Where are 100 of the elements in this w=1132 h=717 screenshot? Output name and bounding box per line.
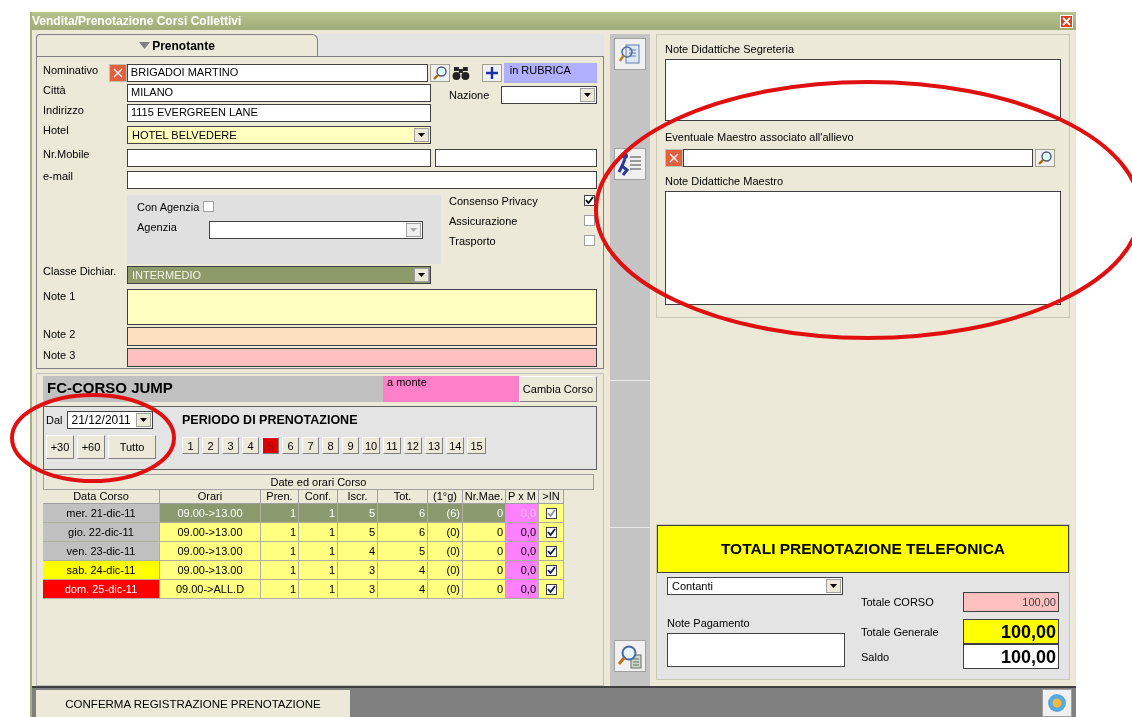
table-cell: 09.00->13.00 <box>160 504 261 523</box>
field-label: Agenzia <box>137 220 178 233</box>
total-label: Totale CORSO <box>861 596 934 608</box>
field-label: Note 1 <box>43 289 77 303</box>
address-field[interactable]: 1115 EVERGREEN LANE <box>127 103 431 122</box>
payment-notes-field[interactable] <box>667 633 845 667</box>
table-cell: 09.00->13.00 <box>160 561 261 580</box>
table-cell: 09.00->ALL.D <box>160 580 261 599</box>
table-cell: 3 <box>338 561 378 580</box>
search-button[interactable] <box>1035 149 1055 167</box>
checkbox[interactable] <box>545 545 557 557</box>
table-cell: 1 <box>261 580 299 599</box>
range-button[interactable]: +60 <box>77 435 105 459</box>
day-button[interactable]: 9 <box>342 437 359 454</box>
totals-title: TOTALI PRENOTAZIONE TELEFONICA <box>657 525 1069 573</box>
table-cell: 09.00->13.00 <box>160 542 261 561</box>
table-cell: 0,0 <box>506 542 539 561</box>
date-dropdown[interactable]: 21/12/2011 <box>66 411 153 429</box>
day-button[interactable]: 10 <box>362 437 381 454</box>
checkbox[interactable] <box>545 526 557 538</box>
change-course-button[interactable]: Cambia Corso <box>519 376 597 402</box>
email-field[interactable] <box>127 170 597 189</box>
phone-field[interactable] <box>435 148 597 167</box>
close-button[interactable] <box>1060 14 1073 28</box>
field-label: Eventuale Maestro associato all'allievo <box>665 131 855 145</box>
table-caption: Date ed orari Corso <box>43 474 594 490</box>
checkbox-label: Assicurazione <box>449 214 518 227</box>
day-button[interactable]: 14 <box>446 437 465 454</box>
payment-search-button[interactable] <box>614 640 646 672</box>
day-button[interactable]: 15 <box>467 437 486 454</box>
schedule-row[interactable]: sab. 24-dic-11 09.00->13.00 1 1 3 4 (0) 0 0,0 <box>43 561 597 580</box>
caret-icon <box>418 273 425 278</box>
city-field[interactable]: MILANO <box>127 84 431 102</box>
table-cell: (0) <box>428 580 463 599</box>
day-button[interactable]: 13 <box>424 437 444 454</box>
checkbox[interactable] <box>545 564 557 576</box>
mobile-field[interactable] <box>127 148 431 167</box>
field-label: Hotel <box>43 122 70 136</box>
field-label: Nazione <box>449 89 491 101</box>
day-button[interactable]: 1 <box>182 437 199 454</box>
clear-button[interactable] <box>665 149 683 167</box>
note-field[interactable] <box>127 327 597 347</box>
day-button[interactable]: 3 <box>222 437 239 454</box>
table-cell: ven. 23-dic-11 <box>43 542 160 561</box>
column-header: P x M <box>506 490 539 504</box>
caret-icon <box>139 42 151 49</box>
field-label: Note Didattiche Segreteria <box>665 43 795 57</box>
binoculars-icon[interactable] <box>452 65 470 81</box>
search-button[interactable] <box>430 64 451 82</box>
caret-icon <box>418 132 425 137</box>
skier-list-button[interactable] <box>614 148 646 180</box>
instructor-notes-field[interactable] <box>665 191 1061 305</box>
clear-button[interactable] <box>109 64 127 82</box>
payment-dropdown[interactable]: Contanti <box>667 577 843 595</box>
day-button[interactable]: 12 <box>403 437 422 454</box>
checkbox[interactable] <box>203 201 215 213</box>
schedule-row[interactable]: gio. 22-dic-11 09.00->13.00 1 1 5 6 (0) 0 0,0 <box>43 523 597 542</box>
hotel-dropdown[interactable]: HOTEL BELVEDERE <box>127 125 431 144</box>
schedule-row[interactable]: mer. 21-dic-11 09.00->13.00 1 1 5 6 (6) 0 0,0 <box>43 504 597 523</box>
day-button[interactable]: 11 <box>383 437 401 454</box>
instructor-field[interactable] <box>683 149 1033 167</box>
day-button[interactable]: 2 <box>202 437 219 454</box>
secretary-notes-field[interactable] <box>665 59 1061 121</box>
checkbox[interactable] <box>584 235 595 247</box>
document-search-button[interactable] <box>614 38 646 70</box>
name-field[interactable]: BRIGADOI MARTINO <box>126 64 429 82</box>
schedule-row[interactable]: ven. 23-dic-11 09.00->13.00 1 1 4 5 (0) 0 0,0 <box>43 542 597 561</box>
rubrica-badge: in RUBRICA <box>503 63 597 83</box>
field-label: Note Didattiche Maestro <box>665 175 784 189</box>
table-cell: 0 <box>463 523 506 542</box>
field-label: Indirizzo <box>43 103 85 116</box>
checkbox[interactable] <box>584 195 595 207</box>
total-value: 100,00 <box>963 644 1059 669</box>
plus-icon <box>484 66 499 80</box>
caret-icon <box>584 93 591 97</box>
range-button[interactable]: Tutto <box>108 435 156 459</box>
prenotante-tab[interactable]: Prenotante <box>36 34 318 56</box>
confirm-button[interactable]: CONFERMA REGISTRAZIONE PRENOTAZIONE <box>36 690 350 717</box>
range-button[interactable]: +30 <box>46 435 74 459</box>
note-field[interactable] <box>127 348 597 368</box>
table-cell: 1 <box>261 542 299 561</box>
table-cell: 0,0 <box>506 580 539 599</box>
search-icon <box>432 65 449 81</box>
add-button[interactable] <box>481 64 502 82</box>
day-button[interactable]: 7 <box>302 437 319 454</box>
day-button[interactable]: 8 <box>322 437 339 454</box>
note-field[interactable] <box>127 289 597 326</box>
schedule-row[interactable]: dom. 25-dic-11 09.00->ALL.D 1 1 3 4 (0) 0 0,0 <box>43 580 597 599</box>
country-dropdown[interactable] <box>501 86 597 104</box>
checkbox[interactable] <box>545 507 557 519</box>
close-icon <box>669 153 679 163</box>
table-cell: gio. 22-dic-11 <box>43 523 160 542</box>
table-cell: 1 <box>299 542 338 561</box>
day-button[interactable]: 6 <box>282 437 299 454</box>
checkbox[interactable] <box>584 215 595 227</box>
day-button[interactable]: 4 <box>242 437 259 454</box>
agency-dropdown[interactable] <box>209 220 423 239</box>
table-cell: 6 <box>378 523 428 542</box>
column-header: Pren. <box>261 490 299 504</box>
checkbox[interactable] <box>545 583 557 595</box>
